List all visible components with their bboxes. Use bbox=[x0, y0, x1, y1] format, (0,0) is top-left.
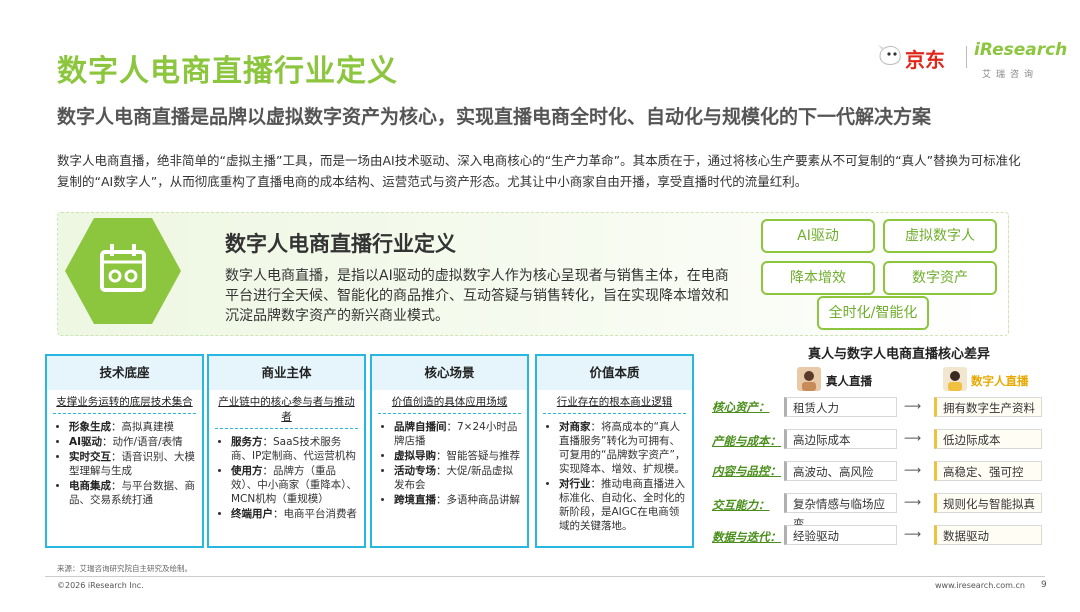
digital-host-avatar bbox=[943, 367, 967, 391]
list-item: 电商集成：与平台数据、商品、交易系统打通 bbox=[69, 479, 196, 507]
arrow-right-icon: ⟶ bbox=[904, 463, 922, 477]
real-value: 高波动、高风险 bbox=[784, 461, 897, 481]
card-subtitle: 价值创造的具体应用场域 bbox=[378, 394, 521, 414]
page-title: 数字人电商直播行业定义 bbox=[57, 54, 398, 89]
arrow-right-icon: ⟶ bbox=[904, 527, 922, 541]
card-title: 商业主体 bbox=[209, 356, 364, 390]
iresearch-logo: iResearch bbox=[974, 40, 1068, 60]
intro-paragraph: 数字人电商直播，绝非简单的“虚拟主播”工具，而是一场由AI技术驱动、深入电商核心… bbox=[57, 153, 1021, 189]
digital-value: 数据驱动 bbox=[934, 525, 1042, 545]
card-core-scenarios: 核心场景 价值创造的具体应用场域 品牌自播间：7×24小时品牌店播 虚拟导购：智… bbox=[370, 354, 529, 548]
real-live-header: 真人直播 bbox=[826, 374, 872, 388]
tag-digital-asset: 数字资产 bbox=[883, 261, 997, 295]
list-item: 服务方：SaaS技术服务商、IP定制商、代运营机构 bbox=[231, 435, 358, 463]
real-value: 经验驱动 bbox=[784, 525, 897, 545]
definition-body: 数字人电商直播，是指以AI驱动的虚拟数字人作为核心呈现者与销售主体，在电商平台进… bbox=[225, 268, 729, 324]
arrow-right-icon: ⟶ bbox=[904, 399, 922, 413]
list-item: 跨境直播：多语种商品讲解 bbox=[394, 493, 521, 507]
row-label-interaction: 交互能力： bbox=[712, 498, 770, 512]
tag-virtual-human: 虚拟数字人 bbox=[883, 219, 997, 253]
card-value-essence: 价值本质 行业存在的根本商业逻辑 对商家：将高成本的“真人直播服务”转化为可拥有… bbox=[535, 354, 694, 548]
calendar-robot-icon bbox=[65, 218, 181, 324]
card-business-entity: 商业主体 产业链中的核心参与者与推动者 服务方：SaaS技术服务商、IP定制商、… bbox=[207, 354, 366, 548]
real-value: 复杂情感与临场应变 bbox=[784, 493, 897, 531]
logo-divider bbox=[966, 46, 967, 68]
card-tech-foundation: 技术底座 支撑业务运转的底层技术集合 形象生成：高拟真建模 AI驱动：动作/语音… bbox=[45, 354, 204, 548]
list-item: 形象生成：高拟真建模 bbox=[69, 420, 196, 434]
source-note: 来源：艾瑞咨询研究院自主研究及绘制。 bbox=[57, 564, 192, 573]
digital-value: 拥有数字生产资料 bbox=[934, 397, 1042, 417]
digital-value: 规则化与智能拟真 bbox=[934, 493, 1042, 513]
page-subtitle: 数字人电商直播是品牌以虚拟数字资产为核心，实现直播电商全时化、自动化与规模化的下… bbox=[57, 106, 932, 128]
card-title: 价值本质 bbox=[537, 356, 692, 390]
row-label-content-quality: 内容与品控： bbox=[712, 464, 781, 478]
tag-ai-driven: AI驱动 bbox=[761, 219, 875, 253]
row-label-capacity-cost: 产能与成本： bbox=[712, 434, 781, 448]
row-label-data-iteration: 数据与迭代： bbox=[712, 530, 781, 544]
jd-mascot-icon bbox=[878, 45, 901, 65]
digital-live-header: 数字人直播 bbox=[971, 374, 1029, 388]
card-title: 核心场景 bbox=[372, 356, 527, 390]
website-link[interactable]: www.iresearch.com.cn bbox=[935, 581, 1025, 590]
digital-value: 低边际成本 bbox=[934, 429, 1042, 449]
iresearch-logo-subtitle: 艾瑞咨询 bbox=[982, 70, 1039, 80]
row-label-core-asset: 核心资产： bbox=[712, 400, 770, 414]
list-item: 终端用户：电商平台消费者 bbox=[231, 507, 358, 521]
real-host-avatar bbox=[797, 367, 821, 391]
list-item: 虚拟导购：智能答疑与推荐 bbox=[394, 449, 521, 463]
list-item: 实时交互：语音识别、大模型理解与生成 bbox=[69, 450, 196, 478]
list-item: 品牌自播间：7×24小时品牌店播 bbox=[394, 420, 521, 448]
arrow-right-icon: ⟶ bbox=[904, 495, 922, 509]
definition-title: 数字人电商直播行业定义 bbox=[225, 232, 456, 256]
real-value: 高边际成本 bbox=[784, 429, 897, 449]
arrow-right-icon: ⟶ bbox=[904, 431, 922, 445]
real-value: 租赁人力 bbox=[784, 397, 897, 417]
card-subtitle: 支撑业务运转的底层技术集合 bbox=[53, 394, 196, 414]
list-item: AI驱动：动作/语音/表情 bbox=[69, 435, 196, 449]
card-subtitle: 行业存在的根本商业逻辑 bbox=[543, 394, 686, 414]
copyright: ©2026 iResearch Inc. bbox=[57, 581, 144, 590]
tag-fulltime-intelligent: 全时化/智能化 bbox=[817, 296, 929, 330]
list-item: 使用方：品牌方（重品效）、中小商家（重降本）、MCN机构（重规模） bbox=[231, 464, 358, 506]
card-title: 技术底座 bbox=[47, 356, 202, 390]
footer-divider bbox=[45, 576, 1045, 577]
jd-logo: 京东 bbox=[905, 48, 945, 72]
list-item: 对行业：推动电商直播进入标准化、自动化、全时化的新阶段，是AIGC在电商领域的关… bbox=[559, 477, 686, 533]
tag-cost-efficiency: 降本增效 bbox=[761, 261, 875, 295]
comparison-title: 真人与数字人电商直播核心差异 bbox=[808, 347, 991, 362]
list-item: 对商家：将高成本的“真人直播服务”转化为可拥有、可复用的“品牌数字资产”，实现降… bbox=[559, 420, 686, 476]
card-subtitle: 产业链中的核心参与者与推动者 bbox=[215, 394, 358, 429]
digital-value: 高稳定、强可控 bbox=[934, 461, 1042, 481]
page-number: 9 bbox=[1041, 580, 1047, 590]
list-item: 活动专场：大促/新品虚拟发布会 bbox=[394, 464, 521, 492]
